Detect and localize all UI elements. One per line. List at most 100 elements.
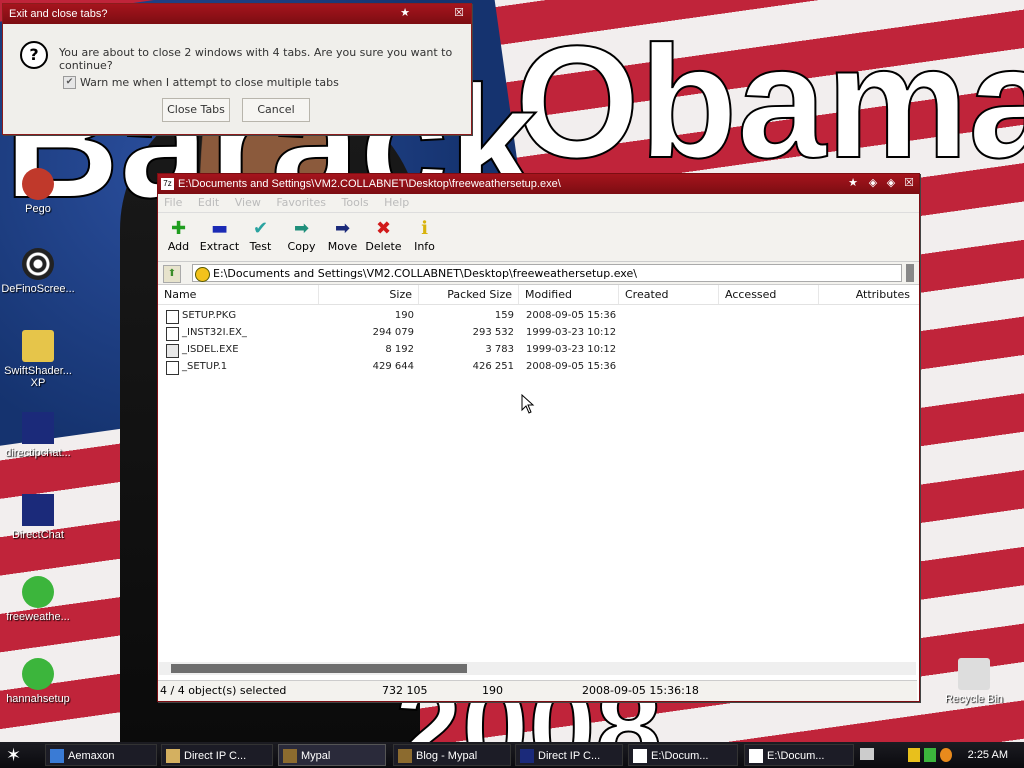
add-button[interactable]: ✚ Add bbox=[158, 213, 199, 253]
window-title: E:\Documents and Settings\VM2.COLLABNET\… bbox=[178, 178, 561, 190]
file-size: 8 192 bbox=[385, 344, 414, 355]
file-icon bbox=[166, 361, 179, 375]
status-total-size: 732 105 bbox=[382, 684, 428, 697]
file-packed: 3 783 bbox=[485, 344, 514, 355]
desktop-icon-recycle-bin[interactable]: Recycle Bin bbox=[936, 658, 1012, 705]
move-arrow-icon: ➡ bbox=[334, 218, 351, 239]
horizontal-scrollbar[interactable] bbox=[159, 662, 916, 675]
folder-icon bbox=[166, 749, 180, 763]
task-mypal[interactable]: Mypal bbox=[278, 744, 386, 766]
desktop-icon-label: SwiftShader... XP bbox=[4, 365, 72, 389]
desktop-icon-freeweather[interactable]: freeweathe... bbox=[0, 576, 76, 623]
task-7zip-1[interactable]: E:\Docum... bbox=[628, 744, 738, 766]
task-label: Aemaxon bbox=[68, 750, 115, 762]
window-titlebar: 7z E:\Documents and Settings\VM2.COLLABN… bbox=[158, 174, 919, 194]
address-scroll[interactable] bbox=[906, 264, 914, 282]
column-packed-size[interactable]: Packed Size bbox=[419, 285, 519, 304]
column-accessed[interactable]: Accessed bbox=[719, 285, 819, 304]
task-direct-ip-chat[interactable]: Direct IP C... bbox=[161, 744, 273, 766]
file-name: _SETUP.1 bbox=[182, 361, 228, 372]
desktop-icon-label: DirectChat bbox=[12, 529, 64, 541]
info-icon: ℹ bbox=[421, 218, 428, 239]
close-tabs-button[interactable]: Close Tabs bbox=[162, 98, 230, 122]
address-field[interactable]: E:\Documents and Settings\VM2.COLLABNET\… bbox=[192, 264, 902, 282]
file-packed: 159 bbox=[494, 310, 514, 321]
menu-help[interactable]: Help bbox=[378, 194, 415, 212]
scrollbar-thumb[interactable] bbox=[171, 664, 467, 673]
status-packed: 190 bbox=[482, 684, 503, 697]
7zip-icon bbox=[633, 749, 647, 763]
start-star-icon[interactable]: ✶ bbox=[6, 745, 28, 765]
network-icon[interactable] bbox=[924, 748, 936, 762]
folder-up-icon[interactable]: ⬆ bbox=[163, 265, 181, 283]
extract-label: Extract bbox=[199, 240, 240, 253]
delete-button[interactable]: ✖ Delete bbox=[363, 213, 404, 253]
task-aemaxon[interactable]: Aemaxon bbox=[45, 744, 157, 766]
menu-file[interactable]: File bbox=[158, 194, 188, 212]
star-icon[interactable]: ★ bbox=[397, 6, 413, 21]
file-modified: 1999-03-23 10:12 bbox=[526, 327, 617, 338]
warn-checkbox[interactable]: ✔ bbox=[63, 76, 76, 89]
file-icon bbox=[166, 310, 179, 324]
desktop-icon-directipchat[interactable]: directipchat... bbox=[0, 412, 76, 459]
minus-icon: ▬ bbox=[210, 218, 228, 239]
desktop-icon-directchat[interactable]: DirectChat bbox=[0, 494, 76, 541]
search-icon[interactable] bbox=[940, 748, 952, 762]
maximize-icon[interactable]: ◈ bbox=[883, 176, 899, 191]
column-modified[interactable]: Modified bbox=[519, 285, 619, 304]
column-created[interactable]: Created bbox=[619, 285, 719, 304]
test-button[interactable]: ✔ Test bbox=[240, 213, 281, 253]
table-row[interactable]: _SETUP.1 429 644 426 251 2008-09-05 15:3… bbox=[158, 358, 916, 375]
desktop-icon-swiftshader[interactable]: SwiftShader... XP bbox=[0, 330, 76, 389]
task-label: Mypal bbox=[301, 750, 331, 762]
column-name[interactable]: Name bbox=[158, 285, 319, 304]
desktop-icon-label: directipchat... bbox=[5, 447, 71, 459]
desktop-icon-hannahsetup[interactable]: hannahsetup bbox=[0, 658, 76, 705]
star-icon[interactable]: ★ bbox=[845, 176, 861, 191]
move-button[interactable]: ➡ Move bbox=[322, 213, 363, 253]
7zip-icon: 7z bbox=[161, 178, 174, 190]
close-icon[interactable]: ☒ bbox=[901, 176, 917, 191]
table-row[interactable]: _ISDEL.EXE 8 192 3 783 1999-03-23 10:12 bbox=[158, 341, 916, 358]
info-button[interactable]: ℹ Info bbox=[404, 213, 445, 253]
keyboard-icon[interactable] bbox=[860, 748, 874, 760]
info-label: Info bbox=[414, 240, 435, 253]
cancel-button[interactable]: Cancel bbox=[242, 98, 310, 122]
file-packed: 426 251 bbox=[472, 361, 514, 372]
copy-label: Copy bbox=[287, 240, 316, 253]
file-modified: 1999-03-23 10:12 bbox=[526, 344, 617, 355]
frog-icon bbox=[22, 576, 54, 608]
menu-edit[interactable]: Edit bbox=[192, 194, 225, 212]
status-modified: 2008-09-05 15:36:18 bbox=[582, 684, 699, 697]
task-blog-mypal[interactable]: Blog - Mypal bbox=[393, 744, 511, 766]
app-icon bbox=[50, 749, 64, 763]
menu-favorites[interactable]: Favorites bbox=[270, 194, 332, 212]
desktop-icon-label: DeFinoScree... bbox=[1, 283, 75, 295]
menu-view[interactable]: View bbox=[229, 194, 267, 212]
desktop-icon-pego[interactable]: Pego bbox=[0, 168, 76, 215]
column-size[interactable]: Size bbox=[319, 285, 419, 304]
table-row[interactable]: _INST32I.EX_ 294 079 293 532 1999-03-23 … bbox=[158, 324, 916, 341]
desktop-icon-definoscreen[interactable]: DeFinoScree... bbox=[0, 248, 76, 295]
menu-tools[interactable]: Tools bbox=[336, 194, 375, 212]
file-size: 190 bbox=[394, 310, 414, 321]
task-7zip-2[interactable]: E:\Docum... bbox=[744, 744, 854, 766]
copy-button[interactable]: ➡ Copy bbox=[281, 213, 322, 253]
minimize-icon[interactable]: ◈ bbox=[865, 176, 881, 191]
file-name: SETUP.PKG bbox=[182, 310, 237, 321]
task-label: E:\Docum... bbox=[767, 750, 825, 762]
dialog-message: You are about to close 2 windows with 4 … bbox=[59, 46, 453, 72]
mouse-cursor-icon bbox=[521, 394, 535, 414]
extract-button[interactable]: ▬ Extract bbox=[199, 213, 240, 253]
close-icon[interactable]: ☒ bbox=[451, 6, 467, 21]
shield-icon[interactable] bbox=[908, 748, 920, 762]
address-bar: ⬆ E:\Documents and Settings\VM2.COLLABNE… bbox=[158, 262, 919, 285]
test-label: Test bbox=[249, 240, 272, 253]
table-row[interactable]: SETUP.PKG 190 159 2008-09-05 15:36 bbox=[158, 307, 916, 324]
add-label: Add bbox=[167, 240, 190, 253]
exit-dialog: Exit and close tabs? ★ ☒ ? You are about… bbox=[2, 3, 472, 135]
7zip-icon bbox=[749, 749, 763, 763]
task-direct-ip-chat-2[interactable]: Direct IP C... bbox=[515, 744, 623, 766]
column-attributes[interactable]: Attributes bbox=[819, 285, 916, 304]
plus-icon: ✚ bbox=[170, 218, 187, 239]
